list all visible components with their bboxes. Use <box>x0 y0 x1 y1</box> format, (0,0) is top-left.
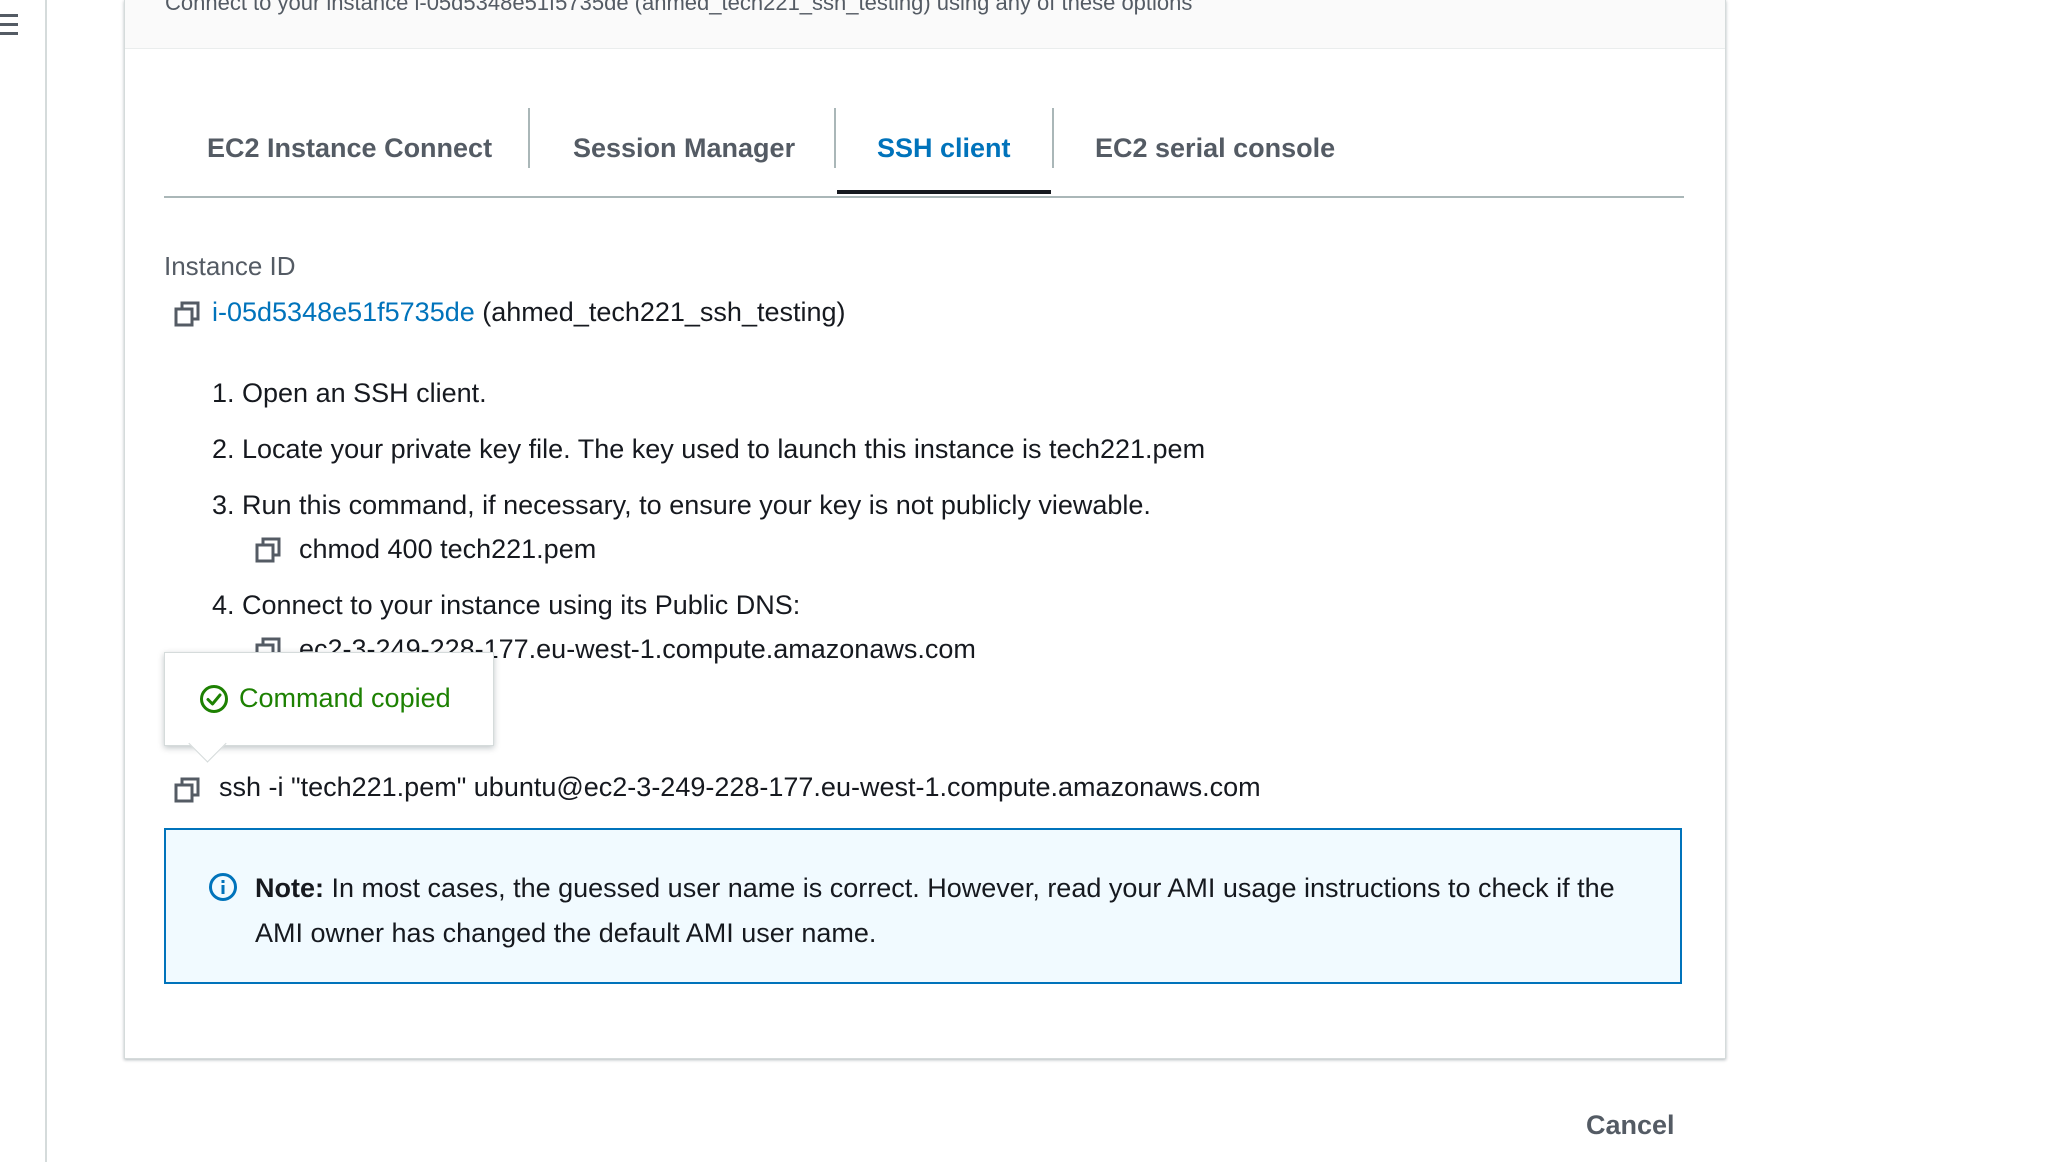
chmod-command: chmod 400 tech221.pem <box>299 534 597 564</box>
copy-icon[interactable] <box>174 777 200 803</box>
note-label: Note: <box>255 873 324 903</box>
copy-icon[interactable] <box>255 537 281 563</box>
note-text: Note: In most cases, the guessed user na… <box>255 866 1645 956</box>
info-icon <box>209 873 237 901</box>
step-1: 1. Open an SSH client. <box>212 378 487 408</box>
tab-separator <box>528 108 530 168</box>
tooltip-text: Command copied <box>239 683 451 713</box>
menu-icon[interactable] <box>0 14 20 41</box>
tab-separator <box>834 108 836 168</box>
ssh-example-command: ssh -i "tech221.pem" ubuntu@ec2-3-249-22… <box>219 772 1261 802</box>
tab-ssh-client[interactable]: SSH client <box>877 108 1011 188</box>
step-3: 3. Run this command, if necessary, to en… <box>212 490 1151 520</box>
tab-separator <box>1052 108 1054 168</box>
instance-id-label: Instance ID <box>164 251 296 281</box>
tab-session-manager[interactable]: Session Manager <box>573 108 795 188</box>
connect-tabs: EC2 Instance Connect Session Manager SSH… <box>164 100 1684 198</box>
panel-description: Connect to your instance i-05d5348e51f57… <box>165 0 1193 15</box>
instance-id-line: i-05d5348e51f5735de (ahmed_tech221_ssh_t… <box>212 297 846 328</box>
check-circle-icon <box>200 685 228 713</box>
cancel-button[interactable]: Cancel <box>1586 1110 1675 1141</box>
active-tab-indicator <box>837 190 1051 194</box>
note-body: In most cases, the guessed user name is … <box>255 873 1615 948</box>
tab-ec2-serial-console[interactable]: EC2 serial console <box>1095 108 1335 188</box>
instance-id-link[interactable]: i-05d5348e51f5735de <box>212 297 475 327</box>
copy-icon[interactable] <box>174 301 200 327</box>
info-alert: Note: In most cases, the guessed user na… <box>164 828 1682 984</box>
left-rail <box>0 0 47 1162</box>
instance-name: (ahmed_tech221_ssh_testing) <box>482 297 846 327</box>
tab-ec2-instance-connect[interactable]: EC2 Instance Connect <box>207 108 492 188</box>
step-2: 2. Locate your private key file. The key… <box>212 434 1206 464</box>
panel-header: Connect to your instance i-05d5348e51f57… <box>125 0 1725 49</box>
step-4: 4. Connect to your instance using its Pu… <box>212 590 801 620</box>
